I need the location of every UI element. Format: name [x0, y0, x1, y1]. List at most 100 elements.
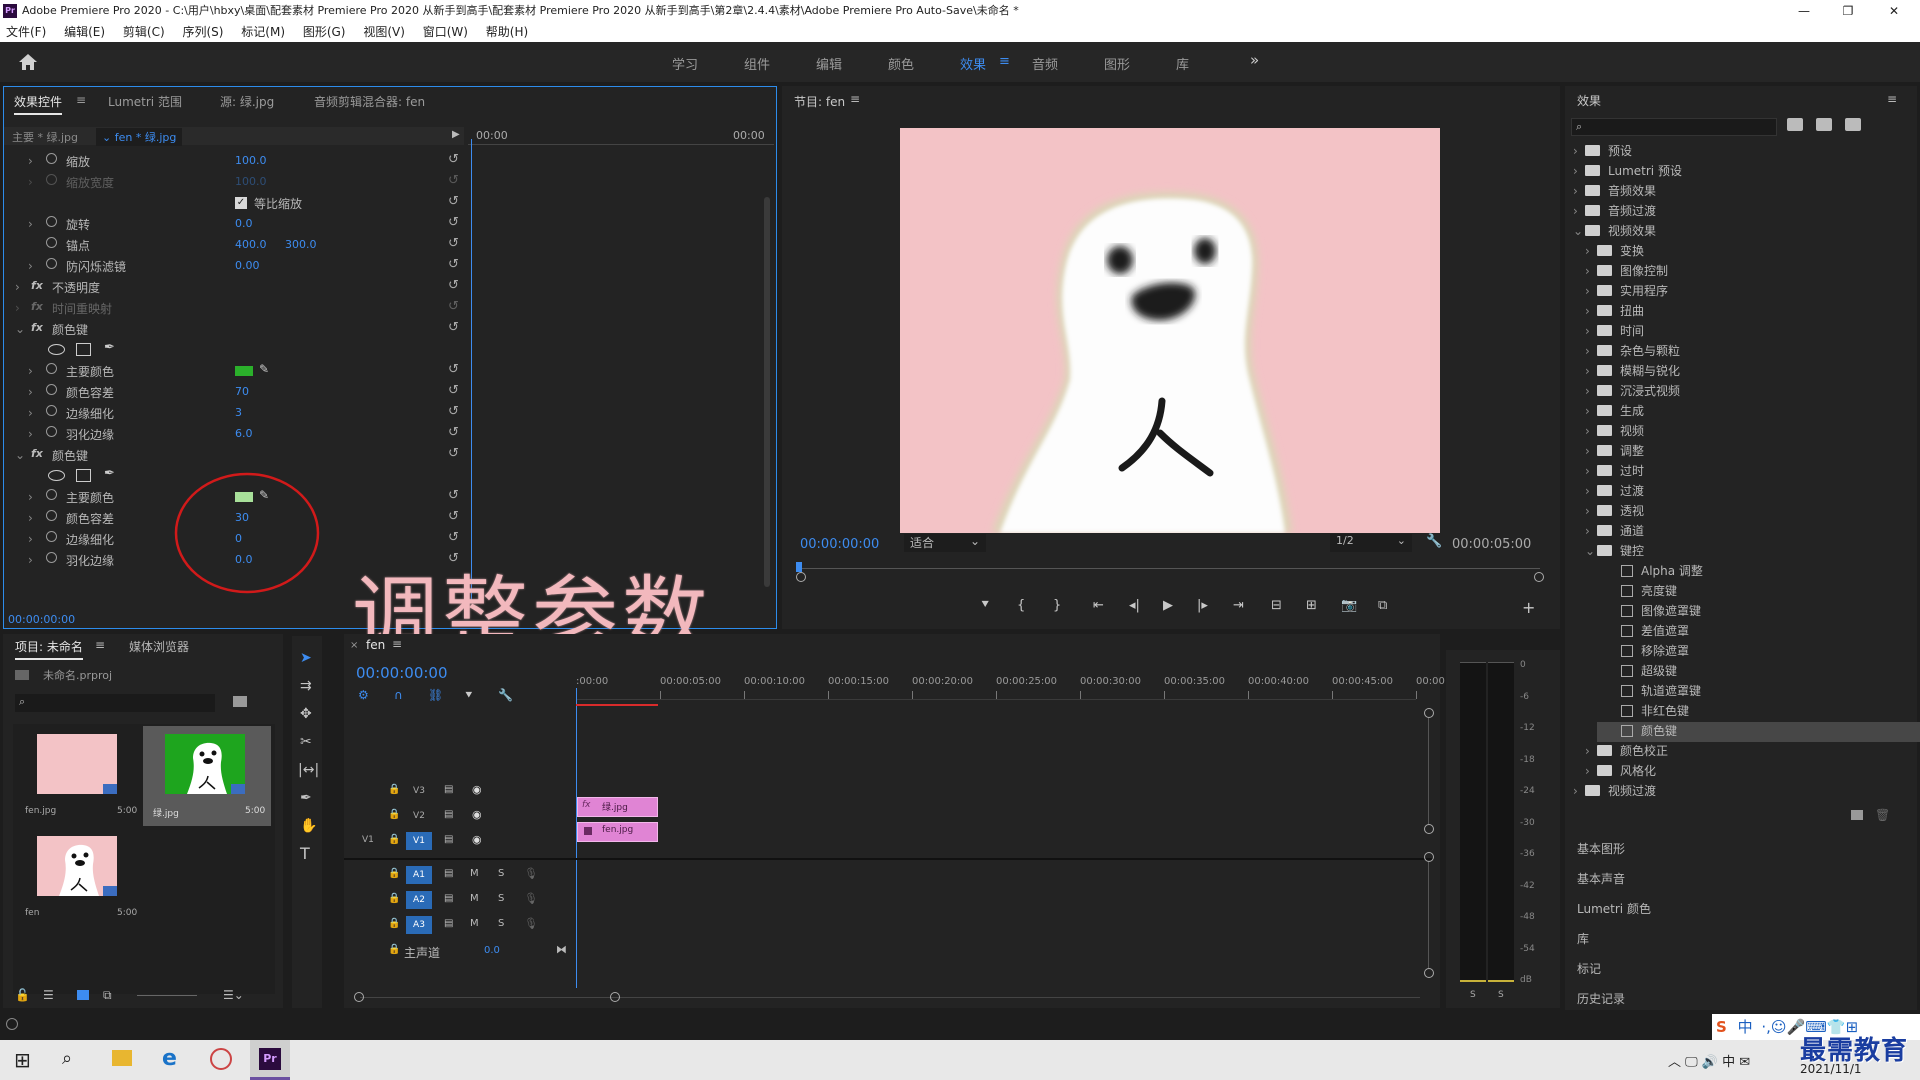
sync-lock-icon[interactable]: ▤ — [444, 784, 453, 795]
effects-tree-item[interactable]: 图像遮罩键 — [1597, 602, 1701, 622]
new-search-bin-icon[interactable] — [233, 696, 247, 707]
icon-view-icon[interactable] — [77, 990, 89, 1000]
tab-effect-controls[interactable]: 效果控件 — [14, 93, 63, 115]
effects-tree-item[interactable]: › 扭曲 — [1585, 302, 1644, 322]
effects-tree-item[interactable]: › 音频效果 — [1573, 182, 1656, 202]
chevron-right-icon[interactable]: › — [28, 532, 33, 546]
go-to-end-icon[interactable]: ⧓ — [556, 943, 567, 956]
master-volume[interactable]: 0.0 — [484, 945, 500, 956]
checkbox[interactable]: ✓ — [235, 197, 247, 209]
chevron-right-icon[interactable]: › — [1585, 384, 1597, 398]
effect-header-row[interactable]: ⌄ fx 颜色键 ↺ — [4, 319, 464, 340]
minimize-button[interactable]: — — [1794, 0, 1814, 22]
pen-mask-icon[interactable]: ✒ — [104, 466, 115, 481]
panel-section-header[interactable]: 基本图形 — [1577, 840, 1625, 857]
resolution-dropdown[interactable]: 1/2 ⌄ — [1330, 534, 1412, 552]
timeline-v-scroll-audio[interactable] — [1424, 852, 1434, 982]
workspace-menu-icon[interactable]: ≡ — [999, 54, 1010, 69]
chevron-right-icon[interactable]: › — [1585, 464, 1597, 478]
chevron-right-icon[interactable]: › — [1585, 444, 1597, 458]
property-row[interactable]: › 边缘细化 3 ↺ — [4, 403, 464, 424]
project-search-input[interactable]: ⌕ — [15, 694, 215, 712]
project-item-green-jpg[interactable]: 绿.jpg 5:00 — [143, 726, 271, 826]
step-back-icon[interactable]: ◂| — [1129, 598, 1140, 613]
reset-icon[interactable]: ↺ — [448, 530, 459, 545]
rectangle-mask-icon[interactable] — [76, 343, 91, 356]
effects-search-input[interactable]: ⌕ — [1571, 118, 1777, 136]
rectangle-mask-icon[interactable] — [76, 469, 91, 482]
chevron-right-icon[interactable]: › — [1573, 164, 1585, 178]
effects-tree-item[interactable]: › 风格化 — [1585, 762, 1656, 782]
reset-icon[interactable]: ↺ — [448, 236, 459, 251]
menu-marker[interactable]: 标记(M) — [241, 25, 285, 39]
timeline-menu-icon[interactable]: ≡ — [392, 637, 402, 651]
mic-icon[interactable]: 🎙 — [524, 892, 538, 905]
chevron-right-icon[interactable]: › — [1585, 264, 1597, 278]
chevron-right-icon[interactable]: › — [28, 259, 33, 273]
effects-tree-item[interactable]: › 视频 — [1585, 422, 1644, 442]
ellipse-mask-icon[interactable] — [48, 344, 65, 355]
property-value[interactable]: 3 — [235, 406, 242, 419]
sync-lock-icon[interactable]: ▤ — [444, 893, 453, 904]
ripple-edit-tool-icon[interactable]: ✥ — [300, 706, 312, 722]
chevron-right-icon[interactable]: › — [28, 385, 33, 399]
eye-icon[interactable]: ◉ — [472, 808, 482, 821]
property-row[interactable]: 锚点 400.0 300.0 ↺ — [4, 235, 464, 256]
property-value-y[interactable]: 300.0 — [285, 238, 317, 251]
program-title[interactable]: 节目: fen — [794, 93, 845, 110]
track-lock-icon[interactable]: 🔒 — [388, 809, 400, 820]
ec-playhead[interactable] — [471, 139, 472, 603]
workspace-tab-graphics[interactable]: 图形 — [1104, 54, 1130, 73]
solo-right-button[interactable]: S — [1498, 990, 1504, 1000]
stopwatch-icon[interactable] — [46, 258, 57, 269]
panel-section-header[interactable]: 库 — [1577, 930, 1589, 947]
solo-button[interactable]: S — [498, 918, 504, 929]
workspace-tab-assembly[interactable]: 组件 — [744, 54, 770, 73]
h-scroll-left-handle[interactable] — [354, 992, 364, 1002]
effects-tree-item[interactable]: 轨道遮罩键 — [1597, 682, 1701, 702]
effect-header-row[interactable]: ⌄ fx 颜色键 ↺ — [4, 445, 464, 466]
sync-lock-icon[interactable]: ▤ — [444, 834, 453, 845]
panel-section-header[interactable]: 历史记录 — [1577, 990, 1625, 1007]
yuv-effects-icon[interactable] — [1845, 118, 1861, 131]
sync-lock-icon[interactable]: ▤ — [444, 918, 453, 929]
scrub-start-handle[interactable] — [796, 572, 806, 582]
reset-icon[interactable]: ↺ — [448, 278, 459, 293]
effects-tree-item[interactable]: › 时间 — [1585, 322, 1644, 342]
chevron-right-icon[interactable]: › — [28, 511, 33, 525]
chevron-down-icon[interactable]: ⌄ — [15, 322, 25, 336]
timeline-v-scroll-video[interactable] — [1424, 708, 1434, 838]
effects-tree-item[interactable]: › 视频过渡 — [1573, 782, 1656, 802]
property-row[interactable]: › 旋转 0.0 ↺ — [4, 214, 464, 235]
chevron-down-icon[interactable]: ⌄ — [1573, 224, 1585, 238]
reset-icon[interactable]: ↺ — [448, 320, 459, 335]
color-swatch[interactable] — [235, 366, 253, 376]
fit-dropdown[interactable]: 适合 ⌄ — [904, 534, 986, 552]
sync-lock-icon[interactable]: ▤ — [444, 809, 453, 820]
project-item-fen-jpg[interactable]: fen.jpg 5:00 — [15, 726, 141, 826]
solo-button[interactable]: S — [498, 893, 504, 904]
track-target[interactable]: V2 — [406, 807, 432, 825]
chevron-right-icon[interactable]: › — [28, 175, 33, 189]
mark-out-icon[interactable]: } — [1053, 598, 1061, 613]
workspace-tab-learn[interactable]: 学习 — [672, 54, 698, 73]
chevron-right-icon[interactable]: › — [1585, 344, 1597, 358]
workspace-tab-effects[interactable]: 效果 — [960, 54, 986, 73]
chevron-right-icon[interactable]: › — [1585, 364, 1597, 378]
uniform-scale-row[interactable]: ✓ 等比缩放 ↺ — [4, 193, 464, 214]
stopwatch-icon[interactable] — [46, 384, 57, 395]
tab-source[interactable]: 源: 绿.jpg — [220, 93, 274, 110]
v-scroll-top-handle[interactable] — [1424, 852, 1434, 862]
sequence-clip-label[interactable]: ⌄ fen * 绿.jpg — [96, 128, 183, 146]
track-lock-icon[interactable]: 🔒 — [388, 784, 400, 795]
v-scroll-bottom-handle[interactable] — [1424, 824, 1434, 834]
property-value[interactable]: 400.0 — [235, 238, 267, 251]
start-icon[interactable]: ⊞ — [14, 1048, 31, 1072]
track-target[interactable]: A3 — [406, 916, 432, 934]
eye-icon[interactable]: ◉ — [472, 833, 482, 846]
panel-section-header[interactable]: 基本声音 — [1577, 870, 1625, 887]
stopwatch-icon[interactable] — [46, 153, 57, 164]
chevron-right-icon[interactable]: › — [1585, 504, 1597, 518]
reset-icon[interactable]: ↺ — [448, 257, 459, 272]
effects-tree-item[interactable]: › 调整 — [1585, 442, 1644, 462]
